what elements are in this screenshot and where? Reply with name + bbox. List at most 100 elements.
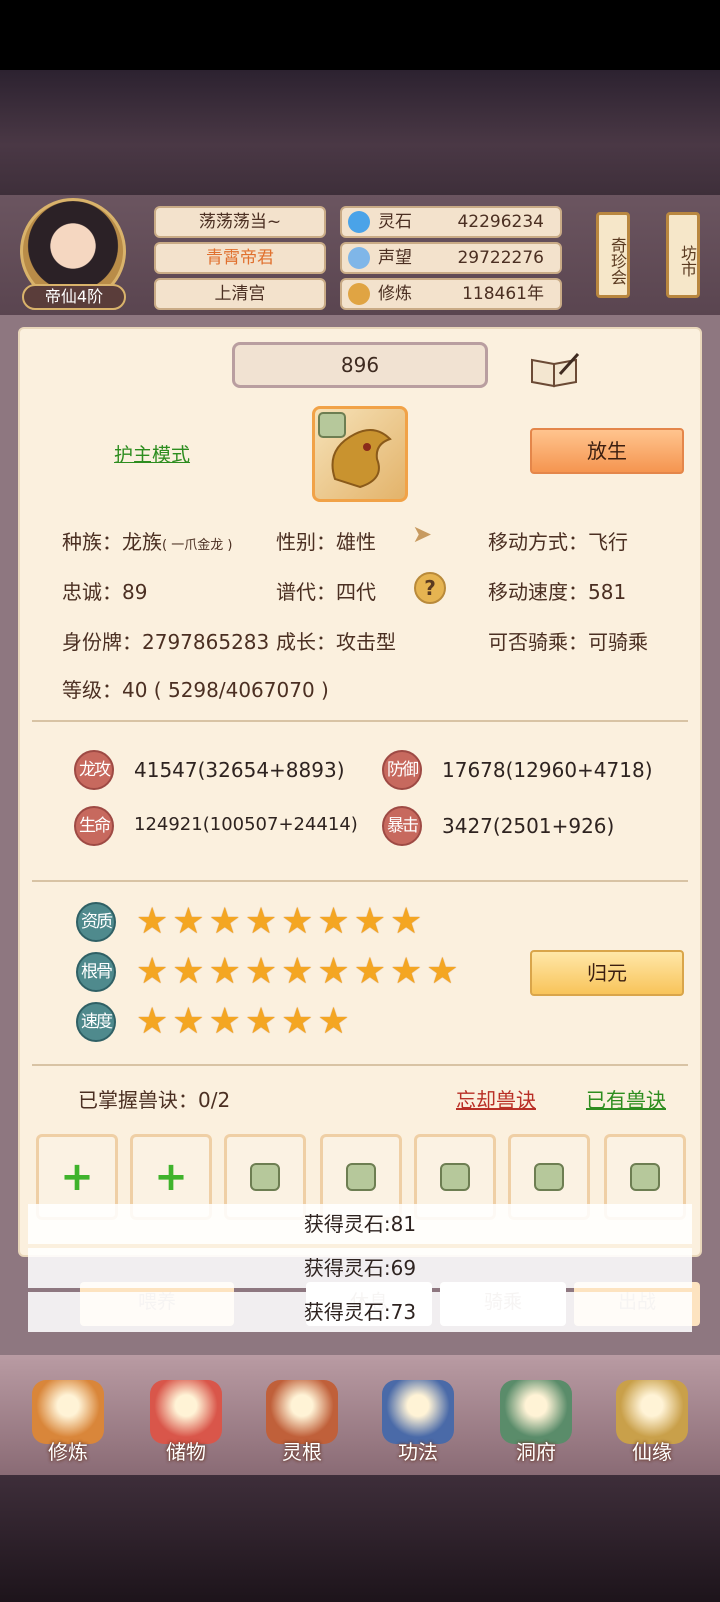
- resource-label: 修炼: [378, 284, 412, 304]
- resource-reputation: 声望 29722276: [340, 242, 562, 274]
- star-icon: ★: [281, 951, 314, 992]
- transform-arrow-icon[interactable]: ➤: [412, 520, 442, 550]
- market-button[interactable]: 坊市: [666, 212, 700, 298]
- divider: [32, 720, 688, 722]
- nav-label: 灵根: [282, 1440, 322, 1464]
- defense-badge: 防御: [382, 750, 422, 790]
- immortal-fate-icon: [616, 1380, 688, 1444]
- nav-skills[interactable]: 功法: [372, 1380, 464, 1472]
- lock-icon: [534, 1163, 564, 1191]
- resource-label: 声望: [378, 248, 412, 268]
- gain-notice: 获得灵石:69: [28, 1248, 692, 1288]
- divider: [32, 1064, 688, 1066]
- star-icon: ★: [136, 951, 169, 992]
- star-icon: ★: [281, 1001, 314, 1042]
- bone-badge: 根骨: [76, 952, 116, 992]
- restore-button[interactable]: 归元: [530, 950, 684, 996]
- resource-spirit-stone: 灵石 42296234: [340, 206, 562, 238]
- skill-book-icon: [382, 1380, 454, 1444]
- avatar-level-badge: 帝仙4阶: [22, 284, 126, 310]
- nav-storage[interactable]: 储物: [140, 1380, 232, 1472]
- gain-notice: 获得灵石:73: [28, 1292, 692, 1332]
- player-name: 荡荡荡当~: [154, 206, 326, 238]
- pet-move-speed: 移动速度：581: [488, 580, 627, 604]
- pet-level: 等级：40 ( 5298/4067070 ): [62, 678, 329, 702]
- resource-value: 29722276: [457, 248, 544, 268]
- nav-spirit-root[interactable]: 灵根: [256, 1380, 348, 1472]
- star-icon: ★: [208, 1001, 241, 1042]
- crit-value: 3427(2501+926): [442, 814, 615, 838]
- lock-icon: [630, 1163, 660, 1191]
- pet-loyalty: 忠诚：89: [62, 580, 148, 604]
- pet-lock-icon[interactable]: [318, 412, 346, 438]
- star-icon: ★: [136, 901, 169, 942]
- star-icon: ★: [389, 901, 423, 942]
- owned-skills-link[interactable]: 已有兽诀: [586, 1084, 666, 1113]
- bone-stars: ★ ★ ★ ★ ★ ★ ★ ★ ★: [136, 952, 459, 992]
- cultivation-icon: [348, 283, 370, 305]
- nav-cultivate[interactable]: 修炼: [22, 1380, 114, 1472]
- forget-skill-link[interactable]: 忘却兽诀: [456, 1084, 536, 1113]
- pet-generation: 谱代：四代: [276, 580, 376, 604]
- cave-mansion-icon: [500, 1380, 572, 1444]
- nav-label: 修炼: [48, 1440, 88, 1464]
- aptitude-stars: ★ ★ ★ ★ ★ ★ ★ ★: [136, 902, 422, 942]
- star-icon: ★: [426, 951, 459, 992]
- resource-value: 42296234: [457, 212, 544, 232]
- resource-cultivation: 修炼 118461年: [340, 278, 562, 310]
- pet-number-plate: 896: [232, 342, 488, 388]
- pet-gender: 性别：雄性: [276, 530, 376, 554]
- help-icon[interactable]: ?: [414, 572, 446, 604]
- star-icon: ★: [317, 951, 350, 992]
- nav-cave[interactable]: 洞府: [490, 1380, 582, 1472]
- scene-background: [0, 70, 720, 195]
- pet-race: 种族：龙族( 一爪金龙 ): [62, 526, 232, 555]
- star-icon: ★: [317, 901, 350, 942]
- guard-mode-link[interactable]: 护主模式: [114, 440, 190, 467]
- plus-icon: +: [154, 1154, 188, 1200]
- nav-fate[interactable]: 仙缘: [606, 1380, 698, 1472]
- lock-icon: [440, 1163, 470, 1191]
- pet-id-tag: 身份牌：2797865283: [62, 630, 270, 654]
- attack-badge: 龙攻: [74, 750, 114, 790]
- star-icon: ★: [281, 901, 314, 942]
- star-icon: ★: [208, 901, 241, 942]
- gain-notice: 获得灵石:81: [28, 1204, 692, 1244]
- star-icon: ★: [389, 951, 423, 992]
- status-bar-area: [0, 0, 720, 70]
- star-icon: ★: [317, 1001, 350, 1042]
- player-sect: 上清宫: [154, 278, 326, 310]
- star-icon: ★: [208, 951, 241, 992]
- book-quill-icon[interactable]: [530, 352, 580, 388]
- speed-badge: 速度: [76, 1002, 116, 1042]
- star-icon: ★: [353, 951, 386, 992]
- pet-movement: 移动方式：飞行: [488, 530, 628, 554]
- spirit-stone-icon: [348, 211, 370, 233]
- reputation-icon: [348, 247, 370, 269]
- cultivate-icon: [32, 1380, 104, 1444]
- pet-rideable: 可否骑乘：可骑乘: [488, 630, 648, 654]
- lock-icon: [346, 1163, 376, 1191]
- race-sub: ( 一爪金龙 ): [162, 538, 233, 553]
- player-title: 青霄帝君: [154, 242, 326, 274]
- star-icon: ★: [136, 1001, 169, 1042]
- star-icon: ★: [244, 951, 278, 992]
- speed-stars: ★ ★ ★ ★ ★ ★: [136, 1002, 350, 1042]
- plus-icon: +: [60, 1154, 94, 1200]
- treasure-auction-button[interactable]: 奇珍会: [596, 212, 630, 298]
- aptitude-badge: 资质: [76, 902, 116, 942]
- lock-icon: [250, 1163, 280, 1191]
- nav-label: 洞府: [516, 1440, 556, 1464]
- crit-badge: 暴击: [382, 806, 422, 846]
- star-icon: ★: [353, 901, 386, 942]
- star-icon: ★: [172, 1001, 205, 1042]
- release-button[interactable]: 放生: [530, 428, 684, 474]
- star-icon: ★: [172, 901, 205, 942]
- attack-value: 41547(32654+8893): [134, 758, 345, 782]
- bottom-background: [0, 1475, 720, 1602]
- nav-label: 功法: [398, 1440, 438, 1464]
- spirit-root-icon: [266, 1380, 338, 1444]
- divider: [32, 880, 688, 882]
- star-icon: ★: [244, 901, 278, 942]
- pet-growth: 成长：攻击型: [276, 630, 396, 654]
